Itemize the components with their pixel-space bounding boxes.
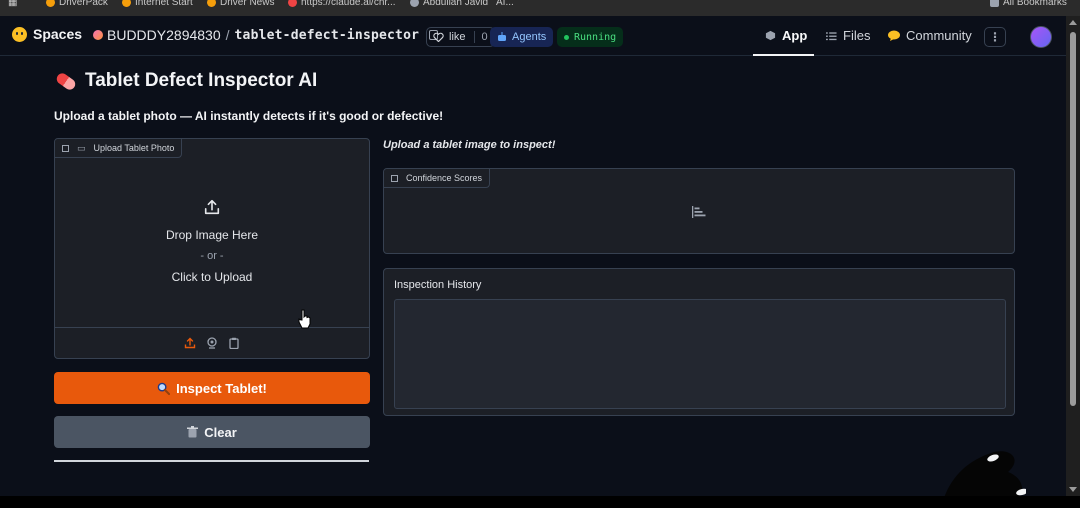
files-list-icon	[826, 31, 837, 40]
clipboard-icon[interactable]	[228, 337, 240, 349]
status-badge: Running	[557, 27, 624, 47]
upload-label: ▭ Upload Tablet Photo	[55, 139, 183, 158]
status-dot-icon	[564, 34, 569, 40]
camera-icon: ▭	[77, 142, 86, 153]
bookmarks-bar: ▦ DriverPack Internet Start Driver News …	[0, 0, 1080, 16]
more-menu-button[interactable]: ⋮	[984, 27, 1006, 47]
owner-avatar-icon	[93, 30, 103, 40]
community-chat-icon	[888, 30, 900, 41]
space-repo-path: BUDDDY2894830 / tablet-defect-inspector	[93, 27, 439, 43]
click-to-upload-text: Click to Upload	[171, 269, 253, 284]
tab-community[interactable]: Community	[888, 28, 972, 43]
inspection-history-panel: Inspection History	[383, 268, 1015, 416]
bookmark-item[interactable]: https://claude.ai/chr...	[288, 0, 396, 8]
agents-button[interactable]: Agents	[490, 27, 554, 47]
hand-cursor-icon	[298, 309, 311, 329]
inspection-history-textarea[interactable]	[394, 299, 1006, 409]
upload-source-bar	[55, 327, 369, 358]
image-icon	[62, 144, 69, 152]
like-count: 0	[473, 31, 488, 43]
all-bookmarks[interactable]: All Bookmarks	[990, 0, 1067, 8]
path-separator: /	[225, 27, 230, 43]
webcam-icon[interactable]	[206, 337, 218, 349]
page-subtitle: Upload a tablet photo — AI instantly det…	[54, 109, 444, 123]
or-divider-text: - or -	[200, 249, 224, 262]
user-avatar[interactable]	[1030, 26, 1052, 48]
upload-icon	[204, 199, 220, 214]
heart-icon	[433, 32, 444, 42]
bar-chart-icon	[692, 206, 706, 218]
drop-image-text: Drop Image Here	[165, 227, 259, 242]
trash-icon	[187, 426, 199, 438]
scroll-thumb[interactable]	[1070, 32, 1076, 406]
pill-icon	[54, 70, 78, 92]
spaces-home-link[interactable]: Spaces	[12, 26, 82, 42]
confidence-scores-label: Confidence Scores	[384, 169, 491, 188]
bookmark-item[interactable]: Driver News	[207, 0, 274, 8]
hugging-face-icon	[12, 26, 27, 42]
magnifier-icon	[157, 382, 171, 395]
bookmark-item[interactable]: Abdullah Javid	[410, 0, 488, 8]
floating-overlay-blob	[944, 451, 1026, 498]
bookmark-item[interactable]: DriverPack	[46, 0, 108, 8]
tab-files[interactable]: Files	[826, 28, 870, 43]
screen-bottom-band	[0, 496, 1080, 508]
bookmark-item[interactable]: Internet Start	[122, 0, 193, 8]
image-upload: ▭ Upload Tablet Photo Drop Image Here - …	[54, 138, 370, 359]
page-title: Tablet Defect Inspector AI	[54, 70, 317, 92]
scroll-down-icon[interactable]	[1069, 487, 1077, 492]
more-vertical-icon: ⋮	[989, 30, 1001, 44]
label-icon	[391, 174, 398, 182]
like-button[interactable]: like 0	[426, 27, 495, 47]
robot-icon	[498, 32, 506, 41]
apps-grid-icon[interactable]: ▦	[8, 0, 17, 8]
owner-link[interactable]: BUDDDY2894830	[107, 27, 221, 43]
hf-header: Spaces BUDDDY2894830 / tablet-defect-ins…	[0, 16, 1066, 56]
inspect-tablet-button[interactable]: Inspect Tablet!	[54, 372, 370, 404]
scroll-up-icon[interactable]	[1069, 20, 1077, 25]
upload-dropzone[interactable]: Drop Image Here - or - Click to Upload	[55, 158, 369, 326]
confidence-scores-panel: Confidence Scores	[383, 168, 1015, 254]
cube-icon	[765, 30, 776, 41]
bookmark-item[interactable]: AI...	[496, 0, 514, 8]
active-tab-indicator	[753, 54, 814, 56]
inspection-history-label: Inspection History	[394, 279, 482, 291]
page-scrollbar[interactable]	[1066, 16, 1080, 496]
clear-button[interactable]: Clear	[54, 416, 370, 448]
divider	[54, 460, 369, 462]
space-name-link[interactable]: tablet-defect-inspector	[235, 28, 420, 43]
upload-file-icon[interactable]	[184, 337, 196, 349]
result-text: Upload a tablet image to inspect!	[383, 139, 556, 151]
tab-app[interactable]: App	[765, 28, 807, 43]
